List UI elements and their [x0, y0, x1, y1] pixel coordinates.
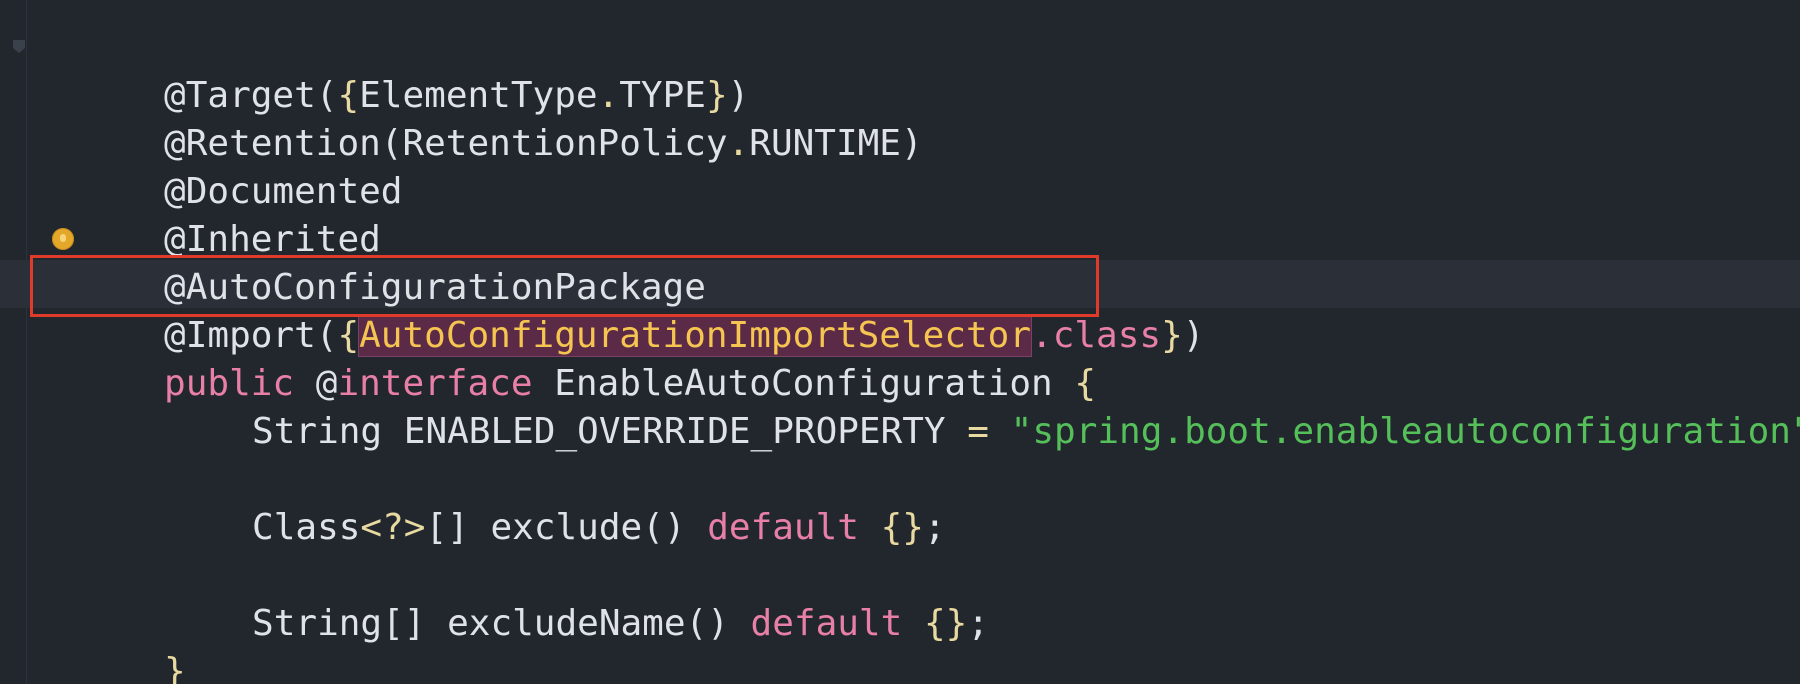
code-line[interactable]: @Inherited: [34, 168, 1800, 260]
code-line[interactable]: String[] excludeName() default {};: [34, 552, 1800, 644]
code-line[interactable]: @Retention(RetentionPolicy.RUNTIME): [34, 72, 1800, 164]
code-line-empty[interactable]: [34, 408, 1800, 456]
lightbulb-icon[interactable]: [52, 228, 74, 250]
code-editor[interactable]: @Target({ElementType.TYPE}) @Retention(R…: [0, 0, 1800, 684]
gutter-divider: [26, 0, 27, 684]
code-line-empty[interactable]: [34, 504, 1800, 552]
highlight-annotation-box: [30, 255, 1099, 317]
code-line[interactable]: public @interface EnableAutoConfiguratio…: [34, 312, 1800, 404]
code-line[interactable]: String ENABLED_OVERRIDE_PROPERTY = "spri…: [34, 360, 1800, 452]
code-line[interactable]: Class<?>[] exclude() default {};: [34, 456, 1800, 548]
fold-icon[interactable]: [11, 38, 27, 54]
code-area[interactable]: @Target({ElementType.TYPE}) @Retention(R…: [34, 24, 1800, 684]
code-line[interactable]: }: [34, 600, 1800, 684]
code-line[interactable]: @Documented: [34, 120, 1800, 212]
editor-gutter[interactable]: [0, 0, 30, 684]
brace-token: }: [164, 651, 186, 684]
code-line[interactable]: @Target({ElementType.TYPE}): [34, 24, 1800, 116]
